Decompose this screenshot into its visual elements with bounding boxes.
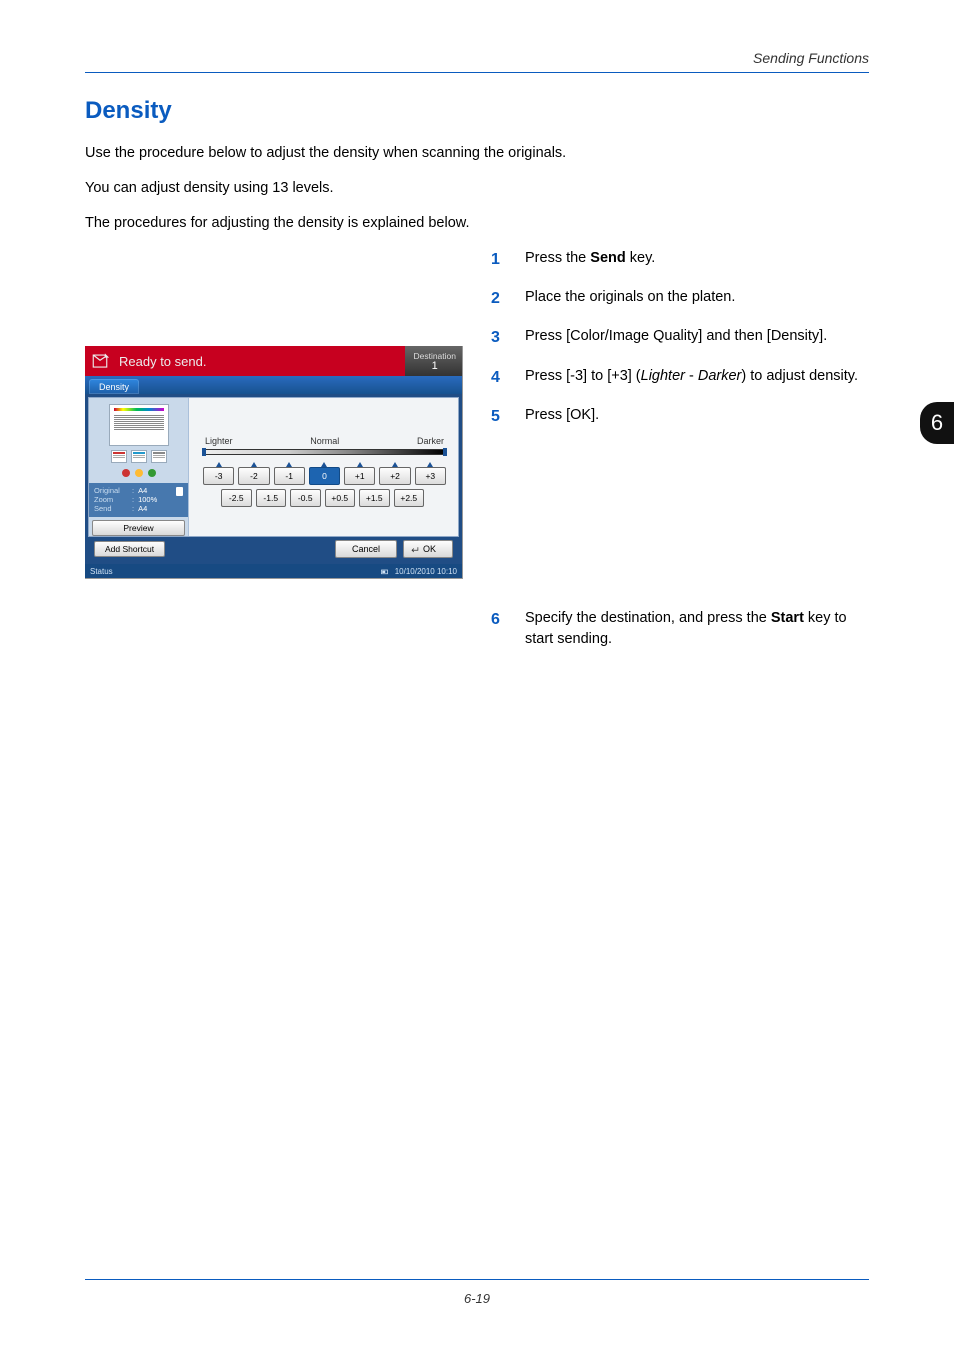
intro-paragraph-3: The procedures for adjusting the density… xyxy=(85,213,869,234)
status-datetime: 10/10/2010 10:10 xyxy=(395,567,457,576)
density-controls: Lighter Normal Darker -3 -2 -1 0 xyxy=(189,398,458,536)
density-plus-3[interactable]: +3 xyxy=(415,467,446,485)
intro-paragraph-2: You can adjust density using 13 levels. xyxy=(85,178,869,199)
density-plus-0-5[interactable]: +0.5 xyxy=(325,489,356,507)
density-plus-1-5[interactable]: +1.5 xyxy=(359,489,390,507)
density-plus-2-5[interactable]: +2.5 xyxy=(394,489,425,507)
preview-button[interactable]: Preview xyxy=(92,520,185,536)
step-4: Press [-3] to [+3] (Lighter - Darker) to… xyxy=(491,366,869,389)
scale-normal-label: Normal xyxy=(310,436,339,446)
destination-value: 1 xyxy=(432,361,438,372)
status-bar: Status 10/10/2010 10:10 xyxy=(85,564,462,578)
density-zero[interactable]: 0 xyxy=(309,467,340,485)
running-header: Sending Functions xyxy=(85,50,869,66)
scale-darker-label: Darker xyxy=(417,436,444,446)
preview-thumbnails xyxy=(111,450,167,463)
step-1: Press the Send key. xyxy=(491,248,869,271)
section-title: Density xyxy=(85,97,869,125)
density-minus-2[interactable]: -2 xyxy=(238,467,269,485)
add-shortcut-button[interactable]: Add Shortcut xyxy=(94,541,165,557)
main-area: Original: A4 Zoom: 100% Send: A4 Preview… xyxy=(85,394,462,564)
preview-pane: Original: A4 Zoom: 100% Send: A4 Preview xyxy=(89,398,189,536)
device-screenshot: Ready to send. Destination 1 Density xyxy=(85,346,463,579)
cancel-button[interactable]: Cancel xyxy=(335,540,397,558)
density-minus-1[interactable]: -1 xyxy=(274,467,305,485)
status-toner-icon xyxy=(380,567,389,576)
step-2: Place the originals on the platen. xyxy=(491,287,869,310)
scale-labels: Lighter Normal Darker xyxy=(203,436,446,449)
tab-density[interactable]: Density xyxy=(89,379,139,394)
top-rule xyxy=(85,72,869,73)
scale-lighter-label: Lighter xyxy=(205,436,233,446)
destination-badge[interactable]: Destination 1 xyxy=(405,346,462,376)
preview-icon-row xyxy=(122,469,156,477)
enter-icon xyxy=(410,545,419,554)
density-scale-track xyxy=(203,449,446,455)
step-3: Press [Color/Image Quality] and then [De… xyxy=(491,326,869,349)
density-minus-1-5[interactable]: -1.5 xyxy=(256,489,287,507)
page-flag-icon xyxy=(176,487,183,496)
step-6: Specify the destination, and press the S… xyxy=(491,608,869,650)
chapter-tab: 6 xyxy=(920,402,954,444)
step-5: Press [OK]. xyxy=(491,405,869,428)
density-minus-2-5[interactable]: -2.5 xyxy=(221,489,252,507)
status-label[interactable]: Status xyxy=(90,567,113,576)
info-block: Original: A4 Zoom: 100% Send: A4 xyxy=(89,483,188,517)
intro-paragraph-1: Use the procedure below to adjust the de… xyxy=(85,143,869,164)
tab-row: Density xyxy=(85,376,462,394)
page-number: 6-19 xyxy=(0,1291,954,1306)
ok-button[interactable]: OK xyxy=(403,540,453,558)
density-plus-2[interactable]: +2 xyxy=(379,467,410,485)
device-header-title: Ready to send. xyxy=(115,354,405,369)
footer-row: Add Shortcut Cancel OK xyxy=(88,537,459,561)
preview-page xyxy=(109,404,169,446)
density-main-row: -3 -2 -1 0 +1 +2 +3 xyxy=(203,467,446,485)
density-plus-1[interactable]: +1 xyxy=(344,467,375,485)
density-minus-0-5[interactable]: -0.5 xyxy=(290,489,321,507)
device-header: Ready to send. Destination 1 xyxy=(85,346,462,376)
steps-list: Press the Send key. Place the originals … xyxy=(491,248,869,650)
density-minus-3[interactable]: -3 xyxy=(203,467,234,485)
density-half-row: -2.5 -1.5 -0.5 +0.5 +1.5 +2.5 xyxy=(203,489,446,507)
bottom-rule xyxy=(85,1279,869,1280)
send-icon xyxy=(85,352,115,370)
